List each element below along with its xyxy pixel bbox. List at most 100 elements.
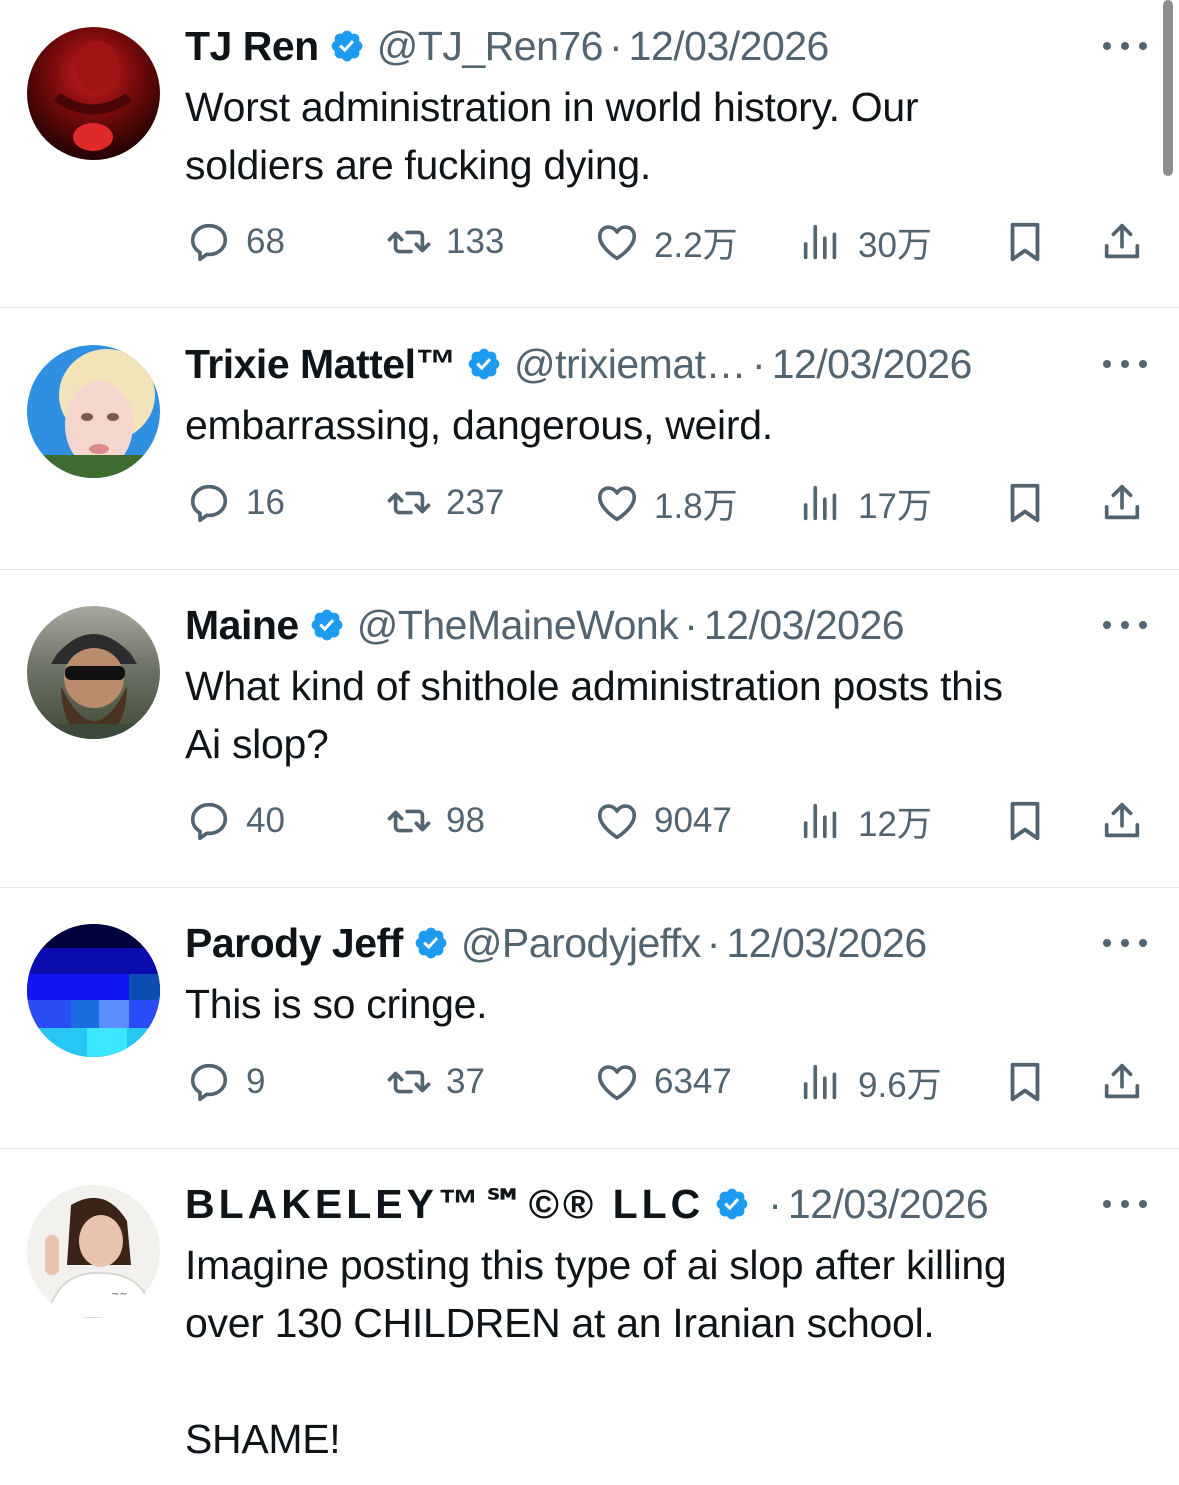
share-button[interactable] xyxy=(1099,791,1145,851)
author-handle[interactable]: @trixiemat… xyxy=(514,336,747,392)
avatar[interactable] xyxy=(27,345,160,478)
author-name[interactable]: Trixie Mattel™ xyxy=(185,336,456,392)
views-count: 17万 xyxy=(858,486,932,526)
like-button[interactable]: 2.2万 xyxy=(594,212,738,272)
repost-button[interactable]: 98 xyxy=(386,791,485,851)
action-bar: 9 37 6347 9.6万 xyxy=(0,1052,1179,1112)
author-handle[interactable]: @Parodyjeffx xyxy=(461,915,701,971)
separator: · xyxy=(609,23,623,69)
share-icon xyxy=(1099,1059,1145,1105)
share-button[interactable] xyxy=(1099,1052,1145,1112)
reply-count: 40 xyxy=(246,801,285,840)
verified-badge-icon xyxy=(714,1186,750,1222)
views-count: 12万 xyxy=(858,804,932,844)
reply-icon xyxy=(186,1059,232,1105)
tweet-item[interactable]: ~~ BLAKELEY™℠©® LLC · 12/03/2026 Imagine… xyxy=(0,1149,1179,1485)
reply-count: 16 xyxy=(246,483,285,522)
tweet-item[interactable]: Trixie Mattel™ @trixiemat… · 12/03/2026 … xyxy=(0,309,1179,570)
tweet-header: TJ Ren @TJ_Ren76 · 12/03/2026 xyxy=(185,18,1069,74)
verified-badge-icon xyxy=(329,28,365,64)
author-handle[interactable]: @TJ_Ren76 xyxy=(377,18,604,74)
tweet-date[interactable]: 12/03/2026 xyxy=(788,1176,989,1232)
avatar[interactable] xyxy=(27,924,160,1057)
bookmark-icon xyxy=(1002,480,1048,526)
scrollbar[interactable] xyxy=(1163,0,1173,176)
bookmark-button[interactable] xyxy=(1002,473,1048,533)
reply-button[interactable]: 40 xyxy=(186,791,285,851)
repost-button[interactable]: 37 xyxy=(386,1052,485,1112)
views-button[interactable]: 9.6万 xyxy=(798,1052,942,1112)
views-count: 30万 xyxy=(858,225,932,265)
reply-count: 68 xyxy=(246,222,285,261)
share-icon xyxy=(1099,798,1145,844)
more-options-icon[interactable] xyxy=(1103,1194,1147,1214)
repost-count: 133 xyxy=(446,222,505,261)
reply-icon xyxy=(186,480,232,526)
author-name[interactable]: BLAKELEY™℠©® LLC xyxy=(185,1176,704,1232)
tweet-date[interactable]: 12/03/2026 xyxy=(704,597,905,653)
tweet-item[interactable]: Parody Jeff @Parodyjeffx · 12/03/2026 Th… xyxy=(0,888,1179,1149)
like-button[interactable]: 1.8万 xyxy=(594,473,738,533)
like-count: 6347 xyxy=(654,1062,732,1101)
author-handle[interactable]: @TheMaineWonk xyxy=(357,597,679,653)
tweet-header: Maine @TheMaineWonk · 12/03/2026 xyxy=(185,597,1069,653)
tweet-date[interactable]: 12/03/2026 xyxy=(772,336,973,392)
more-options-icon[interactable] xyxy=(1103,354,1147,374)
views-icon xyxy=(798,798,844,844)
bookmark-icon xyxy=(1002,219,1048,265)
tweet-header: BLAKELEY™℠©® LLC · 12/03/2026 xyxy=(185,1176,1069,1232)
author-name[interactable]: Parody Jeff xyxy=(185,915,403,971)
tweet-text: Imagine posting this type of ai slop aft… xyxy=(185,1242,1007,1462)
avatar-image xyxy=(27,349,160,478)
share-button[interactable] xyxy=(1099,473,1145,533)
like-count: 9047 xyxy=(654,801,732,840)
avatar[interactable] xyxy=(27,606,160,739)
reply-button[interactable]: 16 xyxy=(186,473,285,533)
bookmark-button[interactable] xyxy=(1002,212,1048,272)
author-name[interactable]: TJ Ren xyxy=(185,18,319,74)
repost-icon xyxy=(386,798,432,844)
views-icon xyxy=(798,1059,844,1105)
avatar-image xyxy=(54,41,132,151)
author-name[interactable]: Maine xyxy=(185,597,299,653)
svg-text:~~: ~~ xyxy=(111,1289,128,1300)
tweet-text: This is so cringe. xyxy=(185,981,488,1027)
repost-button[interactable]: 237 xyxy=(386,473,504,533)
like-count: 1.8万 xyxy=(654,486,738,526)
avatar[interactable] xyxy=(27,27,160,160)
views-button[interactable]: 30万 xyxy=(798,212,932,272)
divider xyxy=(0,307,1179,308)
like-button[interactable]: 9047 xyxy=(594,791,732,851)
tweet-item[interactable]: TJ Ren @TJ_Ren76 · 12/03/2026 Worst admi… xyxy=(0,0,1179,308)
avatar[interactable]: ~~ xyxy=(27,1185,160,1318)
reply-icon xyxy=(186,798,232,844)
verified-badge-icon xyxy=(413,925,449,961)
action-bar: 16 237 1.8万 17万 xyxy=(0,473,1179,533)
views-button[interactable]: 12万 xyxy=(798,791,932,851)
views-icon xyxy=(798,219,844,265)
tweet-date[interactable]: 12/03/2026 xyxy=(629,18,830,74)
views-count: 9.6万 xyxy=(858,1065,942,1105)
share-button[interactable] xyxy=(1099,212,1145,272)
tweet-header: Parody Jeff @Parodyjeffx · 12/03/2026 xyxy=(185,915,1069,971)
repost-button[interactable]: 133 xyxy=(386,212,504,272)
tweet-item[interactable]: Maine @TheMaineWonk · 12/03/2026 What ki… xyxy=(0,570,1179,888)
reply-button[interactable]: 68 xyxy=(186,212,285,272)
bookmark-button[interactable] xyxy=(1002,1052,1048,1112)
like-icon xyxy=(594,1059,640,1105)
bookmark-button[interactable] xyxy=(1002,791,1048,851)
like-button[interactable]: 6347 xyxy=(594,1052,732,1112)
reply-button[interactable]: 9 xyxy=(186,1052,265,1112)
views-button[interactable]: 17万 xyxy=(798,473,932,533)
more-options-icon[interactable] xyxy=(1103,36,1147,56)
like-icon xyxy=(594,219,640,265)
more-options-icon[interactable] xyxy=(1103,933,1147,953)
tweet-date[interactable]: 12/03/2026 xyxy=(726,915,927,971)
share-icon xyxy=(1099,219,1145,265)
like-icon xyxy=(594,798,640,844)
reply-icon xyxy=(186,219,232,265)
more-options-icon[interactable] xyxy=(1103,615,1147,635)
tweet-header: Trixie Mattel™ @trixiemat… · 12/03/2026 xyxy=(185,336,1069,392)
repost-icon xyxy=(386,480,432,526)
like-count: 2.2万 xyxy=(654,225,738,265)
